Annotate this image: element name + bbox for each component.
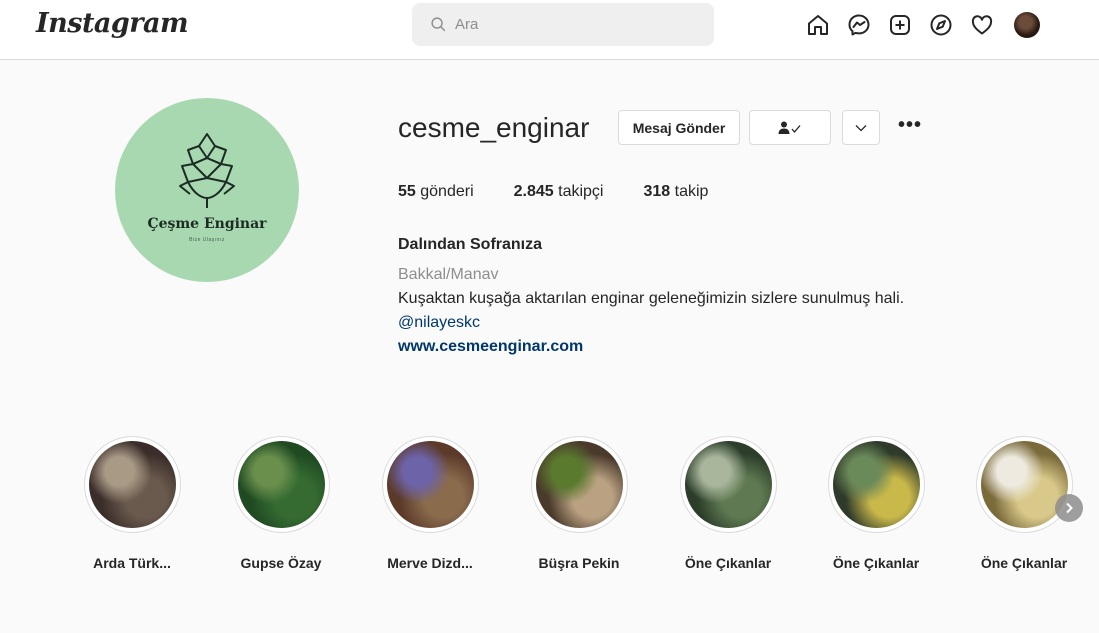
highlight-cover-image [237,441,325,528]
messenger-icon[interactable] [847,13,871,37]
highlight-label: Öne Çıkanlar [832,555,920,571]
highlight-item[interactable]: Büşra Pekin [529,436,629,571]
posts-count: 55 [398,183,416,200]
profile-picture[interactable]: Çeşme Enginar Bize Ulaşınız [115,98,299,282]
highlight-label: Merve Dizd... [387,555,473,571]
bio-mention-link[interactable]: @nilayeskc [398,311,904,335]
following-label: takip [674,183,709,200]
profile-bio: Dalından Sofranıza Bakkal/Manav Kuşaktan… [398,233,904,359]
followers-label: takipçi [558,183,604,200]
highlight-label: Öne Çıkanlar [684,555,772,571]
home-icon[interactable] [806,13,830,37]
search-bar[interactable] [412,3,714,46]
highlight-cover-image [386,441,474,528]
highlight-label: Gupse Özay [240,555,322,571]
highlight-label: Öne Çıkanlar [980,555,1068,571]
highlight-cover-image [832,441,920,528]
options-button[interactable]: ••• [898,114,922,137]
search-input[interactable] [455,16,695,33]
website-link[interactable]: www.cesmeenginar.com [398,335,904,359]
highlight-cover-image [980,441,1068,528]
profile-stats: 55 gönderi 2.845 takipçi 318 takip [398,183,748,201]
send-message-button[interactable]: Mesaj Gönder [618,110,740,145]
highlight-ring [83,436,181,533]
posts-stat: 55 gönderi [398,183,474,201]
highlight-ring [232,436,330,533]
followers-stat[interactable]: 2.845 takipçi [514,183,604,201]
highlight-cover-image [684,441,772,528]
search-icon [431,17,446,32]
suggested-accounts-button[interactable] [842,110,880,145]
profile-username: cesme_enginar [398,112,590,143]
highlight-label: Arda Türk... [93,555,171,571]
top-navbar: Instagram [0,0,1099,60]
bio-name: Dalından Sofranıza [398,236,543,253]
following-stat[interactable]: 318 takip [643,183,708,201]
highlights-next-button[interactable] [1055,494,1083,522]
highlight-ring [827,436,925,533]
explore-icon[interactable] [929,13,953,37]
followers-count: 2.845 [513,183,554,200]
activity-heart-icon[interactable] [970,13,994,37]
artichoke-logo-icon [179,133,235,208]
highlight-label: Büşra Pekin [538,555,620,571]
instagram-logo[interactable]: Instagram [36,8,189,39]
highlight-item[interactable]: Öne Çıkanlar [826,436,926,571]
highlight-cover-image [88,441,176,528]
posts-label: gönderi [420,183,474,200]
following-button[interactable] [749,110,831,145]
highlight-ring [679,436,777,533]
highlight-item[interactable]: Arda Türk... [82,436,182,571]
highlight-cover-image [535,441,623,528]
bio-category: Bakkal/Manav [398,266,499,283]
highlight-item[interactable]: Öne Çıkanlar [678,436,778,571]
profile-brand-subtext: Bize Ulaşınız [189,237,225,243]
person-check-icon [778,121,801,134]
new-post-icon[interactable] [888,13,912,37]
highlight-ring [975,436,1073,533]
nav-icons [806,12,1040,38]
highlight-ring [530,436,628,533]
chevron-right-icon [1066,502,1073,514]
bio-text: Kuşaktan kuşağa aktarılan enginar gelene… [398,290,905,307]
following-count: 318 [643,183,671,200]
highlight-item[interactable]: Gupse Özay [231,436,331,571]
chevron-down-icon [855,124,867,131]
profile-avatar[interactable] [1014,12,1040,38]
profile-brand-text: Çeşme Enginar [147,216,267,232]
highlight-item[interactable]: Merve Dizd... [380,436,480,571]
highlight-ring [381,436,479,533]
